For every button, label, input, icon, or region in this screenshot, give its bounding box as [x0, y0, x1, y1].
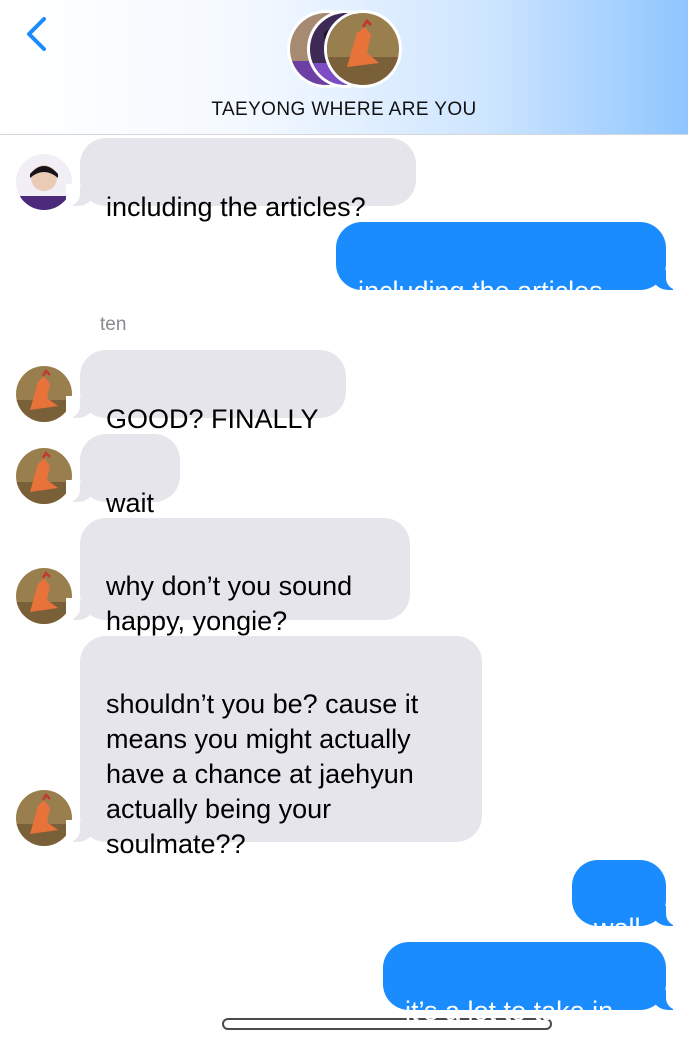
hand-avatar-icon	[16, 448, 72, 504]
message-bubble-incoming[interactable]: shouldn’t you be? cause it means you mig…	[66, 636, 482, 859]
message-bubble-incoming[interactable]: why don’t you sound happy, yongie?	[66, 518, 410, 636]
sender-name-label: ten	[100, 314, 127, 335]
hand-avatar-icon	[16, 790, 72, 846]
contact-avatar[interactable]	[16, 366, 72, 422]
back-button[interactable]	[18, 14, 58, 54]
contact-avatar[interactable]	[16, 790, 72, 846]
contact-avatar[interactable]	[16, 154, 72, 210]
message-bubble-incoming[interactable]: GOOD? FINALLY	[66, 350, 346, 434]
hand-avatar-icon	[16, 568, 72, 624]
message-text: GOOD? FINALLY	[106, 404, 319, 434]
message-text: wait	[106, 488, 155, 518]
message-bubble-outgoing[interactable]: including the articles.	[336, 222, 680, 306]
conversation-header: TAEYONG WHERE ARE YOU	[0, 0, 688, 135]
person-avatar-icon	[16, 154, 72, 210]
message-text: including the articles.	[358, 276, 611, 306]
message-bubble-incoming[interactable]: wait	[66, 434, 180, 518]
message-text: shouldn’t you be? cause it means you mig…	[106, 689, 419, 859]
message-bubble-incoming[interactable]: including the articles?	[66, 138, 416, 222]
group-avatar-3	[324, 10, 402, 88]
contact-avatar[interactable]	[16, 448, 72, 504]
message-text: why don’t you sound happy, yongie?	[106, 571, 353, 636]
chevron-left-icon	[27, 17, 46, 51]
message-text: well	[594, 913, 641, 943]
hand-avatar-icon	[16, 366, 72, 422]
conversation-title: TAEYONG WHERE ARE YOU	[211, 99, 477, 120]
contact-avatar[interactable]	[16, 568, 72, 624]
message-bubble-outgoing[interactable]: it’s a lot to take in.	[383, 942, 680, 1026]
group-avatar-stack[interactable]	[287, 8, 403, 88]
message-bubble-outgoing[interactable]: well	[572, 860, 680, 943]
message-text: including the articles?	[106, 192, 366, 222]
